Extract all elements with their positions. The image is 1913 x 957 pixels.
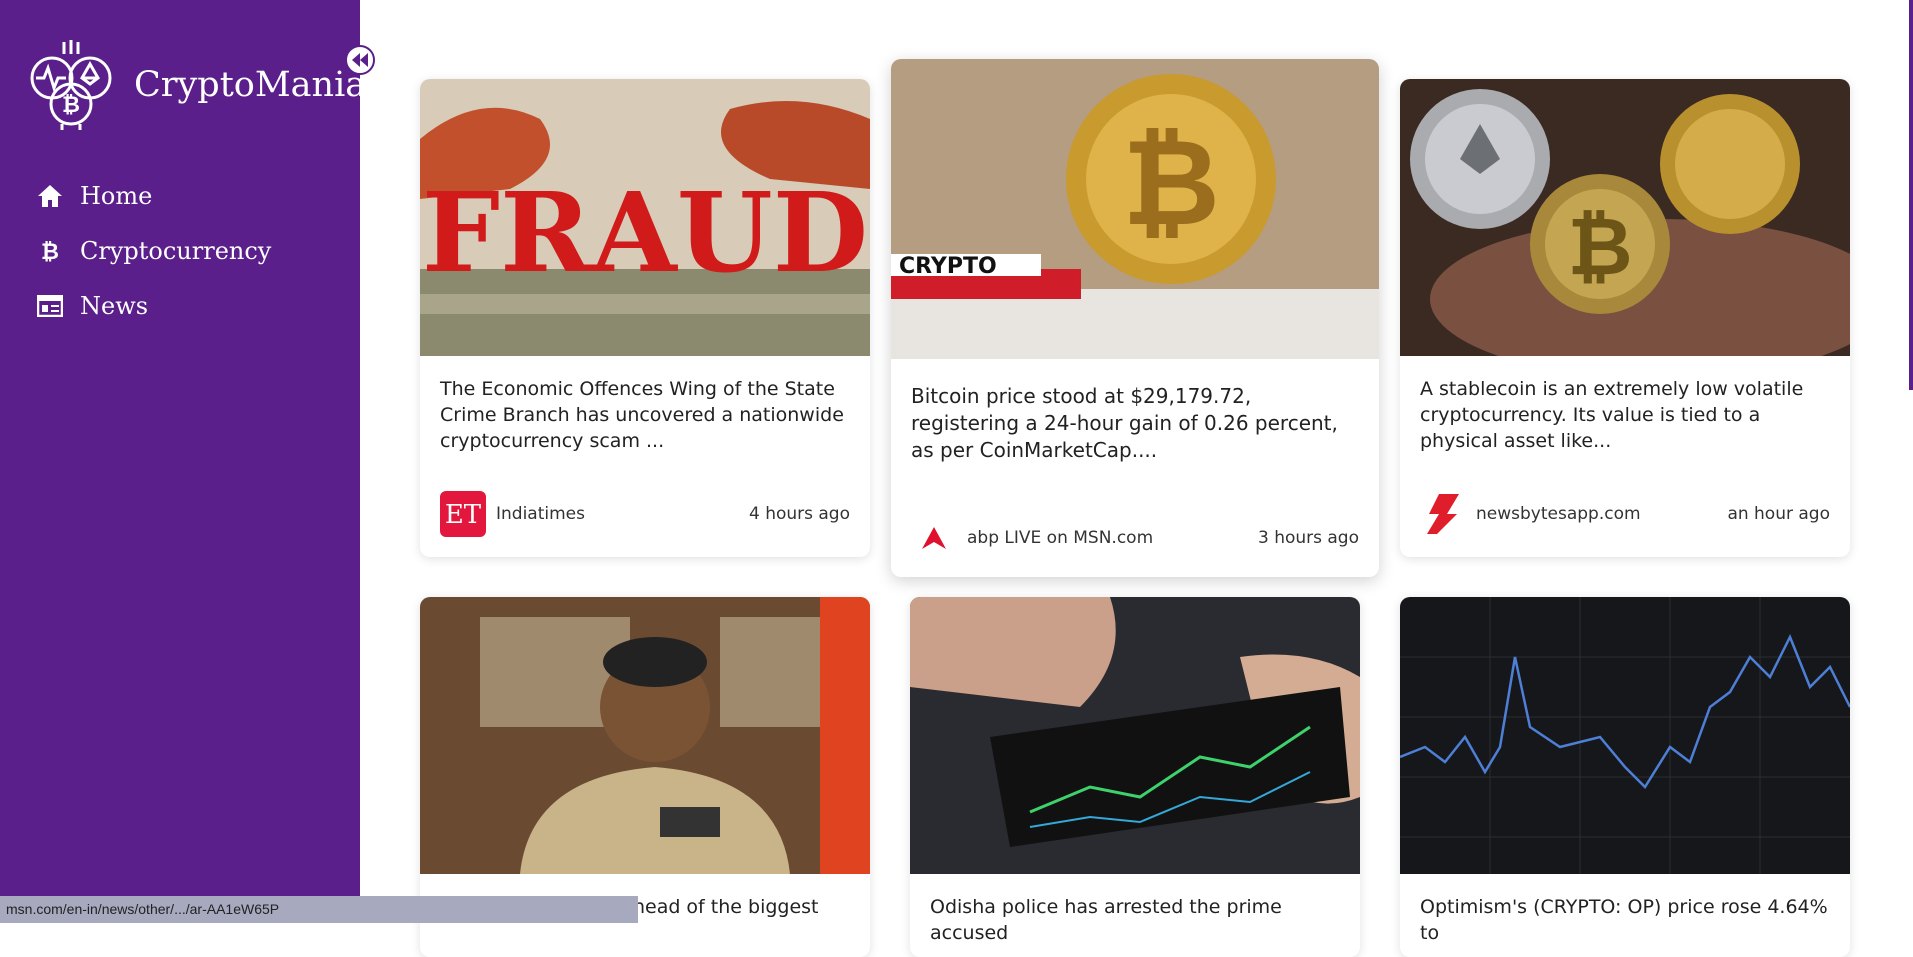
home-icon [36,182,64,210]
police-officer-image [420,597,870,874]
news-summary: The Economic Offences Wing of the State … [420,356,870,454]
news-card[interactable]: FRAUD The Economic Offences Wing of the … [420,79,870,557]
nav-item-news[interactable]: News [36,278,271,333]
fraud-image: FRAUD [420,79,870,356]
bitcoin-image: CRYPTO ₿ [891,59,1379,359]
nav-label-home: Home [80,182,152,210]
nav-item-cryptocurrency[interactable]: ₿ Cryptocurrency [36,223,271,278]
news-card[interactable]: ₿ A stablecoin is an extremely low volat… [1400,79,1850,557]
svg-text:FRAUD: FRAUD [422,168,868,297]
source-name: Indiatimes [496,504,749,524]
svg-text:₿: ₿ [1567,200,1632,293]
source-name: newsbytesapp.com [1476,504,1727,524]
timestamp: 3 hours ago [1258,528,1359,548]
crypto-logo-icon: ₿ [24,38,118,132]
scrollbar-thumb[interactable] [1909,0,1913,390]
newsbytes-logo-icon [1420,491,1466,537]
news-icon [36,292,64,320]
card-footer: abp LIVE on MSN.com 3 hours ago [911,515,1359,561]
main-nav: Home ₿ Cryptocurrency News [36,168,271,333]
svg-text:₿: ₿ [41,240,59,264]
price-chart-image [1400,597,1850,874]
svg-text:ET: ET [445,500,482,529]
coins-hand-image: ₿ [1400,79,1850,356]
et-logo-icon: ET [440,491,486,537]
card-footer: ET Indiatimes 4 hours ago [440,491,850,537]
brand-name: CryptoMania [134,65,366,105]
phone-trading-image [910,597,1360,874]
abp-logo-icon [911,515,957,561]
nav-label-news: News [80,292,148,320]
source-name: abp LIVE on MSN.com [967,528,1258,548]
news-feed: FRAUD The Economic Offences Wing of the … [360,0,1913,923]
nav-label-cryptocurrency: Cryptocurrency [80,237,271,265]
timestamp: 4 hours ago [749,504,850,524]
news-summary: Optimism's (CRYPTO: OP) price rose 4.64%… [1400,874,1850,946]
svg-text:₿: ₿ [1122,114,1220,253]
news-summary: A stablecoin is an extremely low volatil… [1400,356,1850,454]
news-summary: Odisha police has arrested the prime acc… [910,874,1360,946]
news-summary: Bitcoin price stood at $29,179.72, regis… [891,359,1379,464]
svg-text:₿: ₿ [62,93,80,118]
card-footer: newsbytesapp.com an hour ago [1420,491,1830,537]
nav-item-home[interactable]: Home [36,168,271,223]
news-card[interactable]: Odisha police has arrested the prime acc… [910,597,1360,957]
brand[interactable]: ₿ CryptoMania [24,38,366,132]
news-card[interactable]: Optimism's (CRYPTO: OP) price rose 4.64%… [1400,597,1850,957]
timestamp: an hour ago [1727,504,1830,524]
link-status-bar: msn.com/en-in/news/other/.../ar-AA1eW65P [0,896,638,923]
bitcoin-icon: ₿ [36,237,64,265]
sidebar: ₿ CryptoMania Home ₿ Cryptocurrency News [0,0,360,923]
svg-text:CRYPTO: CRYPTO [899,254,997,279]
news-card[interactable]: CRYPTO ₿ Bitcoin price stood at $29,179.… [891,59,1379,577]
